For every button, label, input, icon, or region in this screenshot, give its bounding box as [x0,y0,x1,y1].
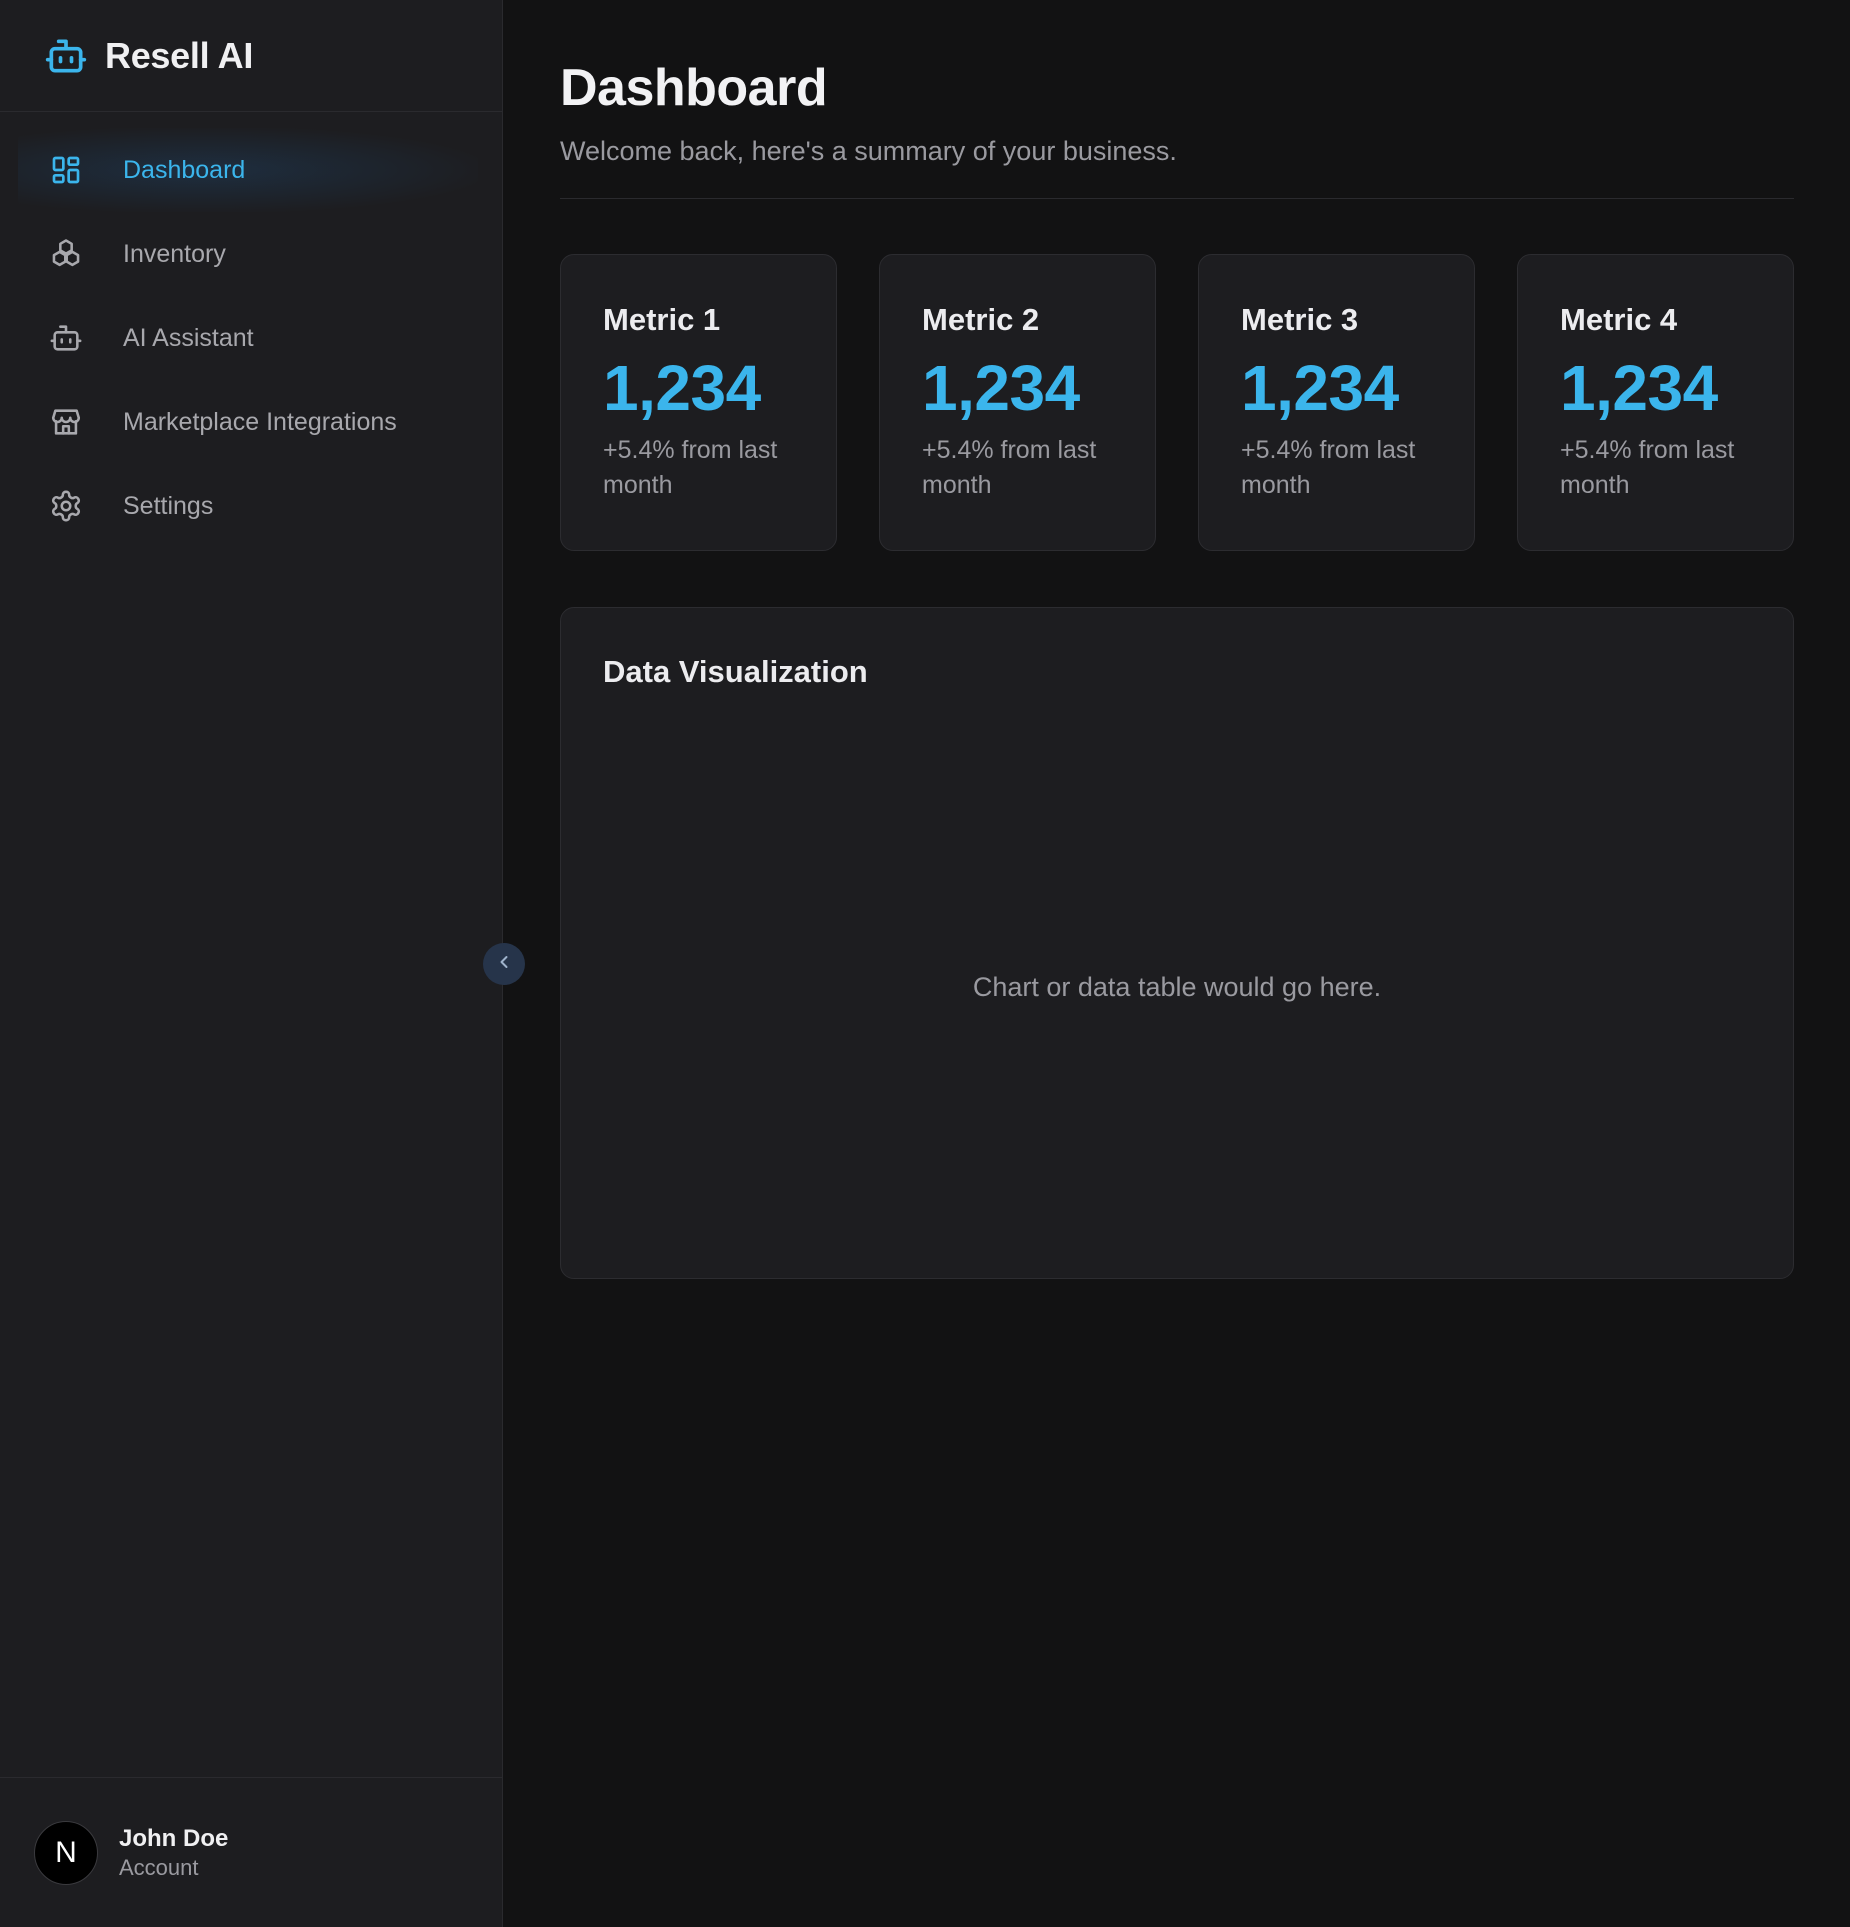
visualization-placeholder: Chart or data table would go here. [972,972,1382,1002]
boxes-icon [48,236,84,272]
metric-title: Metric 4 [1560,302,1678,337]
brand[interactable]: Resell AI [0,0,502,112]
sidebar-collapse-button[interactable] [483,943,525,985]
metric-change: +5.4% from last month [1560,436,1735,499]
metric-card: Metric 1 1,234 +5.4% from last month [560,254,837,551]
page-title: Dashboard [560,59,828,117]
metric-value: 1,234 [922,352,1080,424]
metric-card: Metric 3 1,234 +5.4% from last month [1198,254,1475,551]
account-subtitle: Account [119,1854,199,1880]
sidebar-item-label: Marketplace Integrations [123,407,397,436]
app: Resell AI Dashboard Inventory AI Assista… [0,0,1850,1927]
gear-icon [48,488,84,524]
metric-title: Metric 2 [922,302,1040,337]
sidebar-item-ai-assistant[interactable]: AI Assistant [18,296,478,380]
store-icon [48,404,84,440]
metric-card: Metric 2 1,234 +5.4% from last month [879,254,1156,551]
metric-title: Metric 1 [603,302,721,337]
data-visualization-card: Data Visualization Chart or data table w… [560,607,1794,1279]
sidebar-item-marketplace-integrations[interactable]: Marketplace Integrations [18,380,478,464]
metrics-grid: Metric 1 1,234 +5.4% from last month Met… [560,254,1794,551]
robot-icon [48,320,84,356]
sidebar-item-label: Settings [123,491,214,520]
metric-value: 1,234 [1241,352,1399,424]
sidebar-item-inventory[interactable]: Inventory [18,212,478,296]
sidebar: Resell AI Dashboard Inventory AI Assista… [0,0,503,1927]
sidebar-item-label: AI Assistant [123,323,254,352]
metric-card: Metric 4 1,234 +5.4% from last month [1517,254,1794,551]
chevron-left-icon [494,952,514,977]
robot-icon [44,34,88,78]
metric-change: +5.4% from last month [1241,436,1416,499]
sidebar-item-settings[interactable]: Settings [18,464,478,548]
metric-change: +5.4% from last month [922,436,1097,499]
avatar: N [34,1820,98,1885]
account-name: John Doe [119,1824,229,1852]
page-subtitle: Welcome back, here's a summary of your b… [560,136,1177,166]
metric-title: Metric 3 [1241,302,1359,337]
account-menu[interactable]: N John Doe Account [0,1777,503,1927]
brand-name: Resell AI [105,34,254,76]
sidebar-item-label: Dashboard [123,155,246,184]
dashboard-grid-icon [48,152,84,188]
header-divider [560,198,1794,199]
sidebar-item-dashboard[interactable]: Dashboard [18,128,478,212]
sidebar-item-label: Inventory [123,239,226,268]
visualization-title: Data Visualization [603,654,868,689]
metric-change: +5.4% from last month [603,436,778,499]
main-content: Dashboard Welcome back, here's a summary… [560,0,1794,1279]
sidebar-nav: Dashboard Inventory AI Assistant Marketp… [0,112,502,548]
metric-value: 1,234 [603,352,761,424]
metric-value: 1,234 [1560,352,1718,424]
account-info: John Doe Account [119,1824,228,1882]
